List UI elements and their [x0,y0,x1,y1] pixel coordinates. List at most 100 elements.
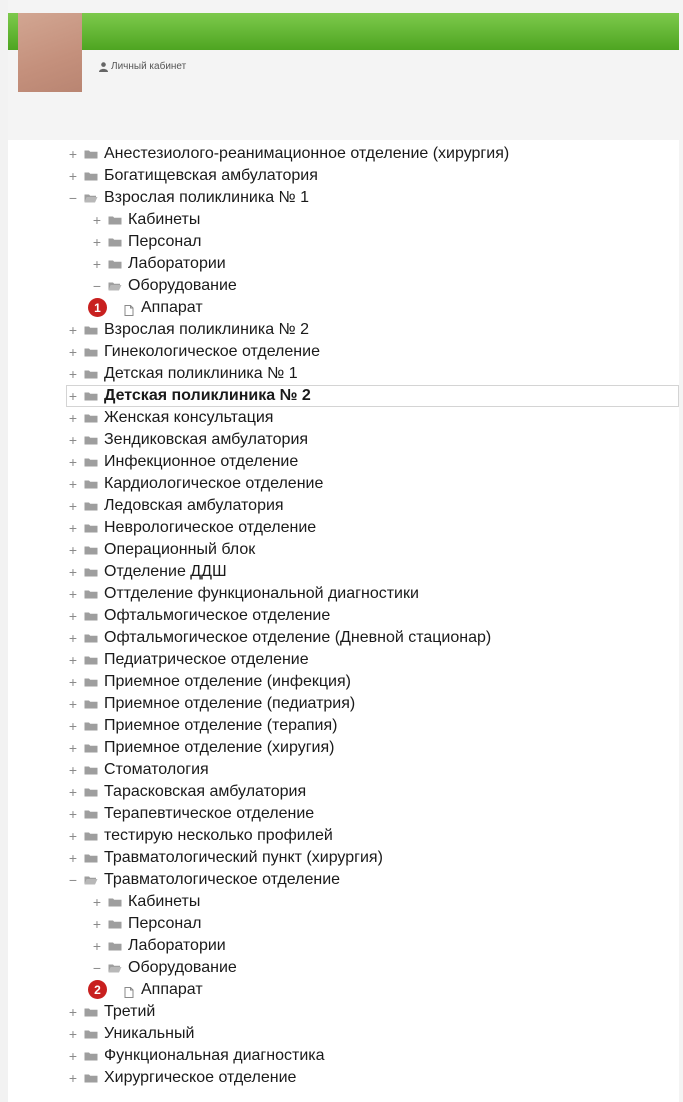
expand-toggle[interactable]: + [66,653,80,667]
tree-node[interactable]: + Стоматология [66,759,679,781]
expand-toggle[interactable]: + [66,323,80,337]
tree-node[interactable]: + Отделение ДДШ [66,561,679,583]
expand-toggle[interactable]: + [66,499,80,513]
expand-toggle[interactable]: + [66,631,80,645]
expand-toggle[interactable]: + [66,587,80,601]
tree-node-label[interactable]: Лаборатории [128,937,226,955]
expand-toggle[interactable]: + [66,1005,80,1019]
tree-node-label[interactable]: Детская поликлиника № 2 [104,387,311,405]
expand-toggle[interactable]: + [66,367,80,381]
tree-node-label[interactable]: Офтальмогическое отделение (Дневной стац… [104,629,491,647]
expand-toggle[interactable]: + [66,1049,80,1063]
expand-toggle[interactable]: + [66,851,80,865]
expand-toggle[interactable]: + [66,455,80,469]
tree-node[interactable]: + Терапевтическое отделение [66,803,679,825]
tree-node[interactable]: + Гинекологическое отделение [66,341,679,363]
collapse-toggle[interactable]: − [90,961,104,975]
tree-node-label[interactable]: Приемное отделение (педиатрия) [104,695,355,713]
tree-node[interactable]: + Анестезиолого-реанимационное отделение … [66,143,679,165]
expand-toggle[interactable]: + [66,785,80,799]
tree-node[interactable]: + Третий [66,1001,679,1023]
tree-node[interactable]: + Кабинеты [66,209,679,231]
expand-toggle[interactable]: + [66,763,80,777]
tree-node-label[interactable]: тестирую несколько профилей [104,827,333,845]
tree-node-label[interactable]: Взрослая поликлиника № 2 [104,321,309,339]
expand-toggle[interactable]: + [66,565,80,579]
expand-toggle[interactable]: + [66,741,80,755]
tree-node-label[interactable]: Аппарат [141,981,203,999]
tree-node[interactable]: + Неврологическое отделение [66,517,679,539]
expand-toggle[interactable]: + [66,697,80,711]
tree-node-label[interactable]: Неврологическое отделение [104,519,316,537]
tree-node-label[interactable]: Офтальмогическое отделение [104,607,330,625]
tree-node-label[interactable]: Инфекционное отделение [104,453,298,471]
expand-toggle[interactable]: + [66,521,80,535]
tree-node[interactable]: + Оттделение функциональной диагностики [66,583,679,605]
tree-node[interactable]: + Приемное отделение (инфекция) [66,671,679,693]
tree-node-label[interactable]: Кабинеты [128,211,200,229]
tree-node[interactable]: + Взрослая поликлиника № 2 [66,319,679,341]
tree-node-label[interactable]: Лаборатории [128,255,226,273]
expand-toggle[interactable]: + [66,675,80,689]
tree-node-label[interactable]: Детская поликлиника № 1 [104,365,298,383]
expand-toggle[interactable]: + [90,235,104,249]
tree-node-label[interactable]: Хирургическое отделение [104,1069,296,1087]
tree-node[interactable]: + Педиатрическое отделение [66,649,679,671]
tree-node[interactable]: + Приемное отделение (терапия) [66,715,679,737]
tree-node-label[interactable]: Ледовская амбулатория [104,497,284,515]
tree-node-label[interactable]: Богатищевская амбулатория [104,167,318,185]
collapse-toggle[interactable]: − [66,873,80,887]
expand-toggle[interactable]: + [66,543,80,557]
expand-toggle[interactable]: + [66,1071,80,1085]
expand-toggle[interactable]: + [90,257,104,271]
tree-node[interactable]: Аппарат 1 [66,297,679,319]
tree-node-label[interactable]: Персонал [128,915,201,933]
expand-toggle[interactable]: + [66,169,80,183]
tree-node[interactable]: + Инфекционное отделение [66,451,679,473]
tree-node[interactable]: + Персонал [66,913,679,935]
expand-toggle[interactable]: + [90,213,104,227]
tree-node[interactable]: + Хирургическое отделение [66,1067,679,1089]
expand-toggle[interactable]: + [66,609,80,623]
expand-toggle[interactable]: + [66,1027,80,1041]
tree-node[interactable]: + Персонал [66,231,679,253]
tree-node-label[interactable]: Операционный блок [104,541,255,559]
tree-node-label[interactable]: Персонал [128,233,201,251]
tree-node-label[interactable]: Приемное отделение (терапия) [104,717,337,735]
tree-node[interactable]: − Травматологическое отделение [66,869,679,891]
expand-toggle[interactable]: + [66,389,80,403]
tree-node[interactable]: + Лаборатории [66,935,679,957]
tree-node[interactable]: + Офтальмогическое отделение (Дневной ста… [66,627,679,649]
tree-node-label[interactable]: Анестезиолого-реанимационное отделение (… [104,145,509,163]
tree-node[interactable]: + Детская поликлиника № 2 [66,385,679,407]
expand-toggle[interactable]: + [66,411,80,425]
tree-node-label[interactable]: Травматологический пункт (хирургия) [104,849,383,867]
tree-node-label[interactable]: Третий [104,1003,155,1021]
tree-node-label[interactable]: Оттделение функциональной диагностики [104,585,419,603]
tree-node[interactable]: + Тарасковская амбулатория [66,781,679,803]
collapse-toggle[interactable]: − [90,279,104,293]
tree-node-label[interactable]: Тарасковская амбулатория [104,783,306,801]
expand-toggle[interactable]: + [90,917,104,931]
collapse-toggle[interactable]: − [66,191,80,205]
expand-toggle[interactable]: + [66,807,80,821]
tree-node-label[interactable]: Травматологическое отделение [104,871,340,889]
expand-toggle[interactable]: + [66,345,80,359]
tree-node[interactable]: + Приемное отделение (педиатрия) [66,693,679,715]
tree-node[interactable]: + Богатищевская амбулатория [66,165,679,187]
tree-node-label[interactable]: Оборудование [128,959,237,977]
tree-node[interactable]: + Операционный блок [66,539,679,561]
tree-node[interactable]: + Детская поликлиника № 1 [66,363,679,385]
tree-node[interactable]: Аппарат 2 [66,979,679,1001]
tree-node-label[interactable]: Аппарат [141,299,203,317]
expand-toggle[interactable]: + [66,477,80,491]
tree-node[interactable]: + Кабинеты [66,891,679,913]
tree-node[interactable]: − Оборудование [66,275,679,297]
personal-cabinet-link[interactable]: Личный кабинет [99,61,186,72]
tree-node-label[interactable]: Женская консультация [104,409,273,427]
expand-toggle[interactable]: + [66,433,80,447]
tree-node-label[interactable]: Гинекологическое отделение [104,343,320,361]
tree-node[interactable]: + Женская консультация [66,407,679,429]
tree-node-label[interactable]: Функциональная диагностика [104,1047,325,1065]
tree-node[interactable]: + Травматологический пункт (хирургия) [66,847,679,869]
